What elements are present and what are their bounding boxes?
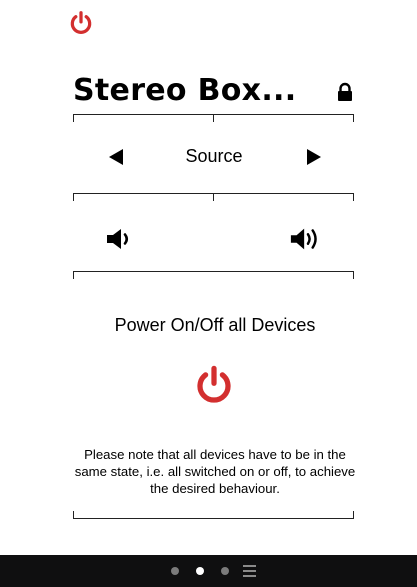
right-triangle-icon [307,149,321,165]
power-all-button[interactable] [191,363,237,407]
divider [73,193,354,202]
page-dot-3[interactable] [221,567,229,575]
volume-up-button[interactable] [289,224,325,254]
lock-icon [338,82,352,101]
source-prev-button[interactable] [104,145,128,169]
page-dot-2[interactable] [196,567,204,575]
volume-down-button[interactable] [102,224,138,254]
note-text: Please note that all devices have to be … [74,447,356,496]
lock-button[interactable] [336,82,354,102]
volume-up-icon [290,228,317,250]
divider [73,509,354,519]
menu-icon[interactable] [243,565,256,577]
power-all-label: Power On/Off all Devices [114,315,316,335]
source-next-button[interactable] [302,145,326,169]
page-indicator-bar [0,555,417,587]
divider [73,114,354,123]
source-label: Source [185,146,243,166]
power-icon [70,11,92,34]
device-title: Stereo Box... [73,73,297,108]
power-icon [197,365,231,403]
left-triangle-icon [109,149,123,165]
volume-down-icon [107,229,129,249]
page-dot-1[interactable] [171,567,179,575]
divider [73,271,354,280]
power-button-top[interactable] [64,8,98,38]
